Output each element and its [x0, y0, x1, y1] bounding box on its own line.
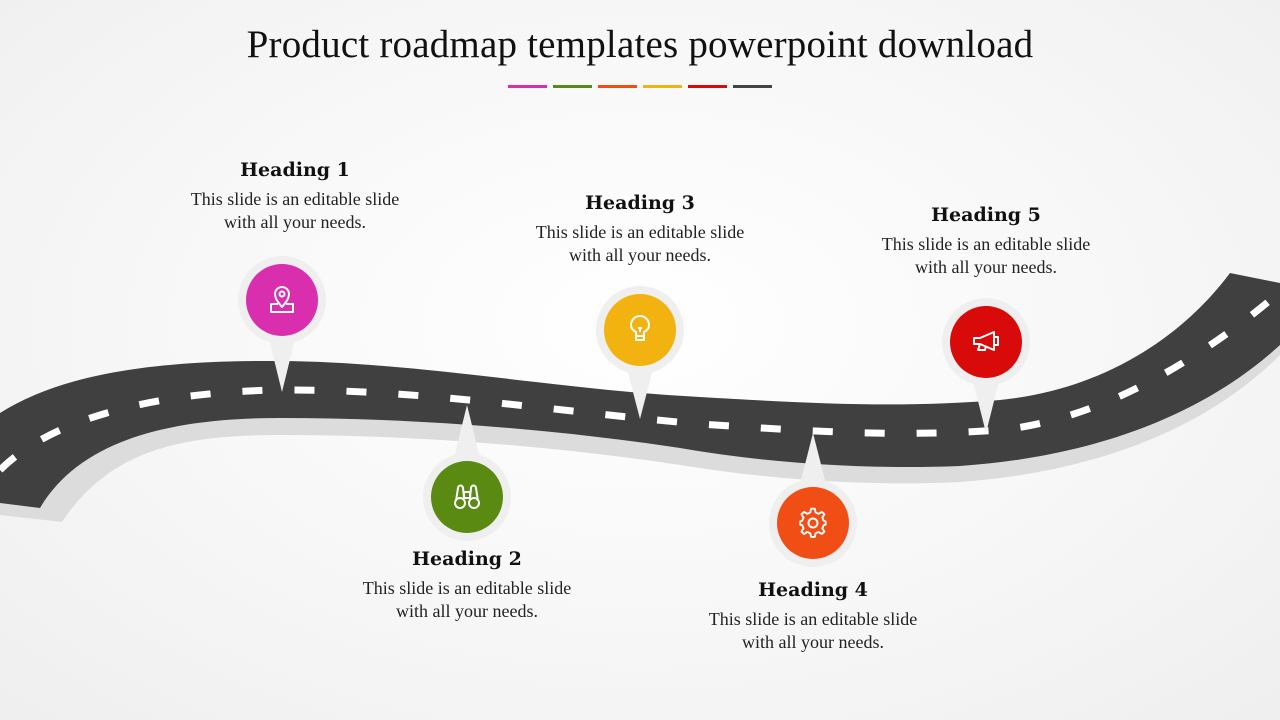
description-line: This slide is an editable slide: [362, 578, 572, 598]
milestone-2-heading: Heading 2: [412, 548, 522, 570]
map-location-icon: [270, 286, 294, 313]
milestone-5-description: This slide is an editable slide with all …: [856, 233, 1116, 279]
binoculars-icon: [454, 484, 480, 509]
milestone-1-text: Heading 1 This slide is an editable slid…: [165, 158, 425, 234]
milestone-1-description: This slide is an editable slide with all …: [165, 188, 425, 234]
description-line: This slide is an editable slide: [535, 222, 745, 242]
milestone-4-pin[interactable]: [777, 487, 849, 559]
milestone-3-heading: Heading 3: [585, 192, 695, 214]
milestone-3-pin[interactable]: [604, 294, 676, 366]
milestone-2-text: Heading 2 This slide is an editable slid…: [337, 547, 597, 623]
megaphone-icon: [973, 331, 999, 351]
milestone-3-text: Heading 3 This slide is an editable slid…: [510, 191, 770, 267]
lightbulb-icon: [629, 315, 651, 341]
milestone-5-text: Heading 5 This slide is an editable slid…: [856, 203, 1116, 279]
milestone-1-pin[interactable]: [246, 264, 318, 336]
milestone-4-description: This slide is an editable slide with all …: [683, 608, 943, 654]
description-line: with all your needs.: [742, 632, 884, 652]
milestone-5-heading: Heading 5: [931, 204, 1041, 226]
description-line: with all your needs.: [915, 257, 1057, 277]
description-line: with all your needs.: [569, 245, 711, 265]
description-line: with all your needs.: [224, 212, 366, 232]
milestone-4-text: Heading 4 This slide is an editable slid…: [683, 578, 943, 654]
milestone-2-description: This slide is an editable slide with all …: [337, 577, 597, 623]
description-line: This slide is an editable slide: [708, 609, 918, 629]
description-line: This slide is an editable slide: [881, 234, 1091, 254]
milestone-5-pin[interactable]: [950, 306, 1022, 378]
milestone-1-heading: Heading 1: [240, 159, 350, 181]
description-line: with all your needs.: [396, 601, 538, 621]
milestone-2-pin[interactable]: [431, 461, 503, 533]
gear-icon: [799, 507, 827, 538]
description-line: This slide is an editable slide: [190, 189, 400, 209]
milestone-3-description: This slide is an editable slide with all …: [510, 221, 770, 267]
milestone-4-heading: Heading 4: [758, 579, 868, 601]
